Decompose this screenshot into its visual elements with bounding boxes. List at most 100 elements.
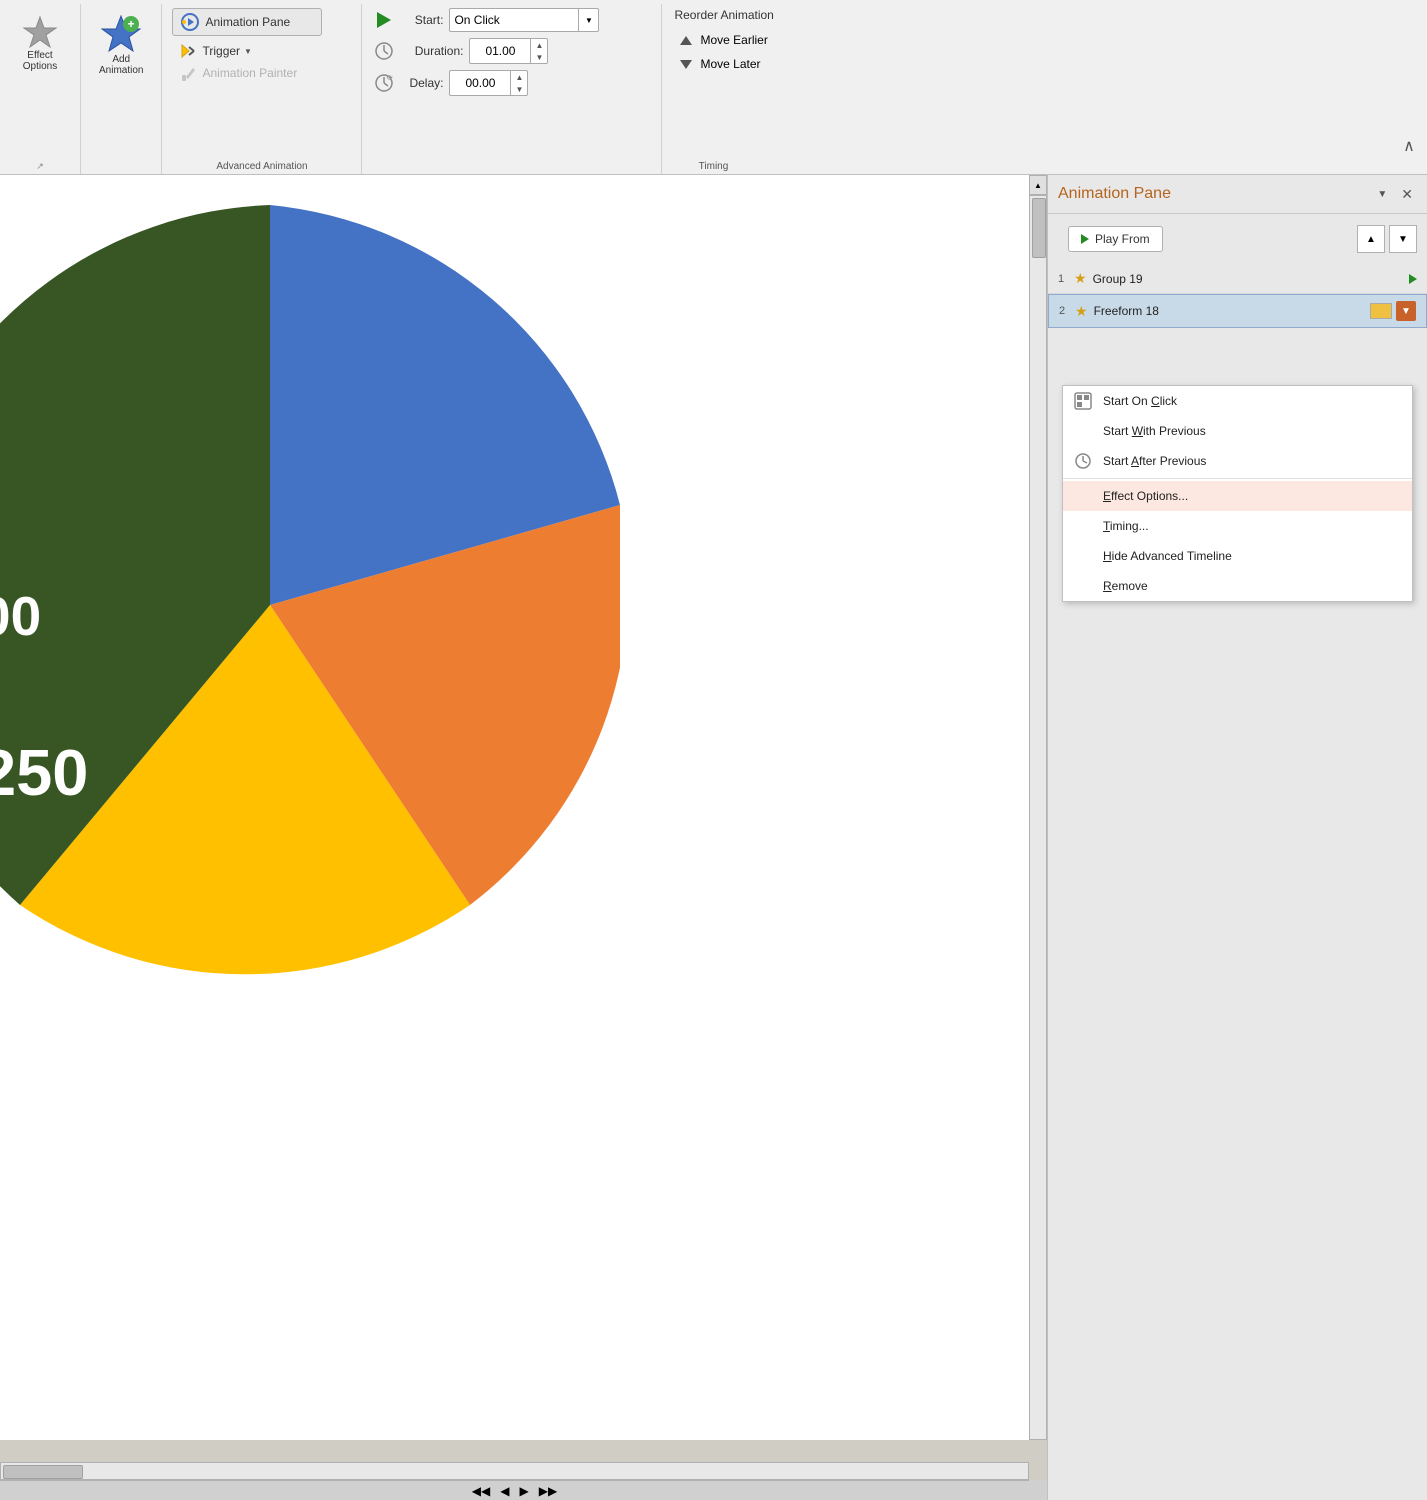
move-later-label: Move Later [700,57,760,71]
scroll-next-icon[interactable]: ▶ [516,1484,533,1498]
horizontal-scrollbar[interactable] [0,1462,1029,1480]
reorder-title: Reorder Animation [674,8,870,22]
anim-item-play-icon [1409,274,1417,284]
anim-item-number-2: 2 [1059,305,1075,317]
anim-reorder-up-button[interactable]: ▲ [1357,225,1385,253]
animation-item-dropdown-menu: Start On Click Start With Previous [1062,385,1413,602]
scroll-corner [1029,1480,1047,1500]
anim-reorder-down-button[interactable]: ▼ [1389,225,1417,253]
animation-pane-header: Animation Pane ▼ ✕ [1048,175,1427,214]
anim-item-name: Group 19 [1093,272,1409,286]
play-from-button[interactable]: Play From [1068,226,1163,252]
scroll-prev-icon[interactable]: ◀ [496,1484,513,1498]
dropdown-effect-options[interactable]: Effect Options... [1063,481,1412,511]
animation-list: 1 ★ Group 19 2 ★ Freeform 18 ▼ [1048,264,1427,1500]
scrollbar-thumb-v[interactable] [1032,198,1046,258]
trigger-dropdown-icon: ▼ [244,47,252,56]
start-select-arrow[interactable]: ▼ [578,9,598,31]
timing-start-row: Start: On Click With Previous After Prev… [374,8,649,32]
animation-painter-button[interactable]: Animation Painter [172,62,312,84]
effect-options-icon [22,14,58,50]
add-animation-label: AddAnimation [99,54,143,76]
dropdown-hide-timeline[interactable]: Hide Advanced Timeline [1063,541,1412,571]
effect-options-label: Effect Options [23,50,57,72]
trigger-btn-label: Trigger [202,44,240,58]
play-from-label: Play From [1095,232,1150,246]
dropdown-remove[interactable]: Remove [1063,571,1412,601]
pie-chart-svg: 00 250 00 [0,175,620,1255]
delay-input-wrap: ▲ ▼ [449,70,528,96]
delay-spin-up[interactable]: ▲ [511,71,527,83]
trigger-button[interactable]: Trigger ▼ [172,40,312,62]
dropdown-remove-label: Remove [1103,579,1148,593]
delay-icon: ⟳ [374,73,394,93]
duration-spin-up[interactable]: ▲ [531,39,547,51]
anim-item-star-icon: ★ [1074,270,1087,287]
svg-text:250: 250 [0,736,88,809]
ribbon-collapse-button[interactable]: ∧ [1399,136,1419,156]
anim-item-star-icon-2: ★ [1075,303,1088,320]
duration-input[interactable] [470,42,530,60]
pie-chart-container: 00 250 00 [0,175,620,1255]
animation-list-item[interactable]: 1 ★ Group 19 [1048,264,1427,294]
dropdown-timing-label: Timing... [1103,519,1149,533]
duration-label: Duration: [394,44,469,58]
delay-spin-down[interactable]: ▼ [511,83,527,95]
dropdown-start-after-previous[interactable]: Start After Previous [1063,446,1412,476]
timing-section-label: Timing [699,161,729,172]
move-earlier-button[interactable]: Move Earlier [674,30,870,50]
add-animation-button[interactable]: + AddAnimation [91,8,151,82]
move-earlier-arrow-icon [680,36,692,45]
animation-pane-icon [181,13,199,31]
dropdown-start-after-previous-label: Start After Previous [1103,454,1206,468]
scroll-right-icon[interactable]: ▶▶ [535,1484,561,1498]
start-select[interactable]: On Click With Previous After Previous [450,11,578,29]
scroll-top-button[interactable]: ▲ [1029,175,1047,195]
anim-pane-dropdown-button[interactable]: ▼ [1371,183,1393,205]
anim-item-color-swatch [1370,303,1392,319]
animation-list-item-selected[interactable]: 2 ★ Freeform 18 ▼ [1048,294,1427,328]
ribbon-effect-options-section: Effect Options ↗ [0,4,81,174]
anim-item-name-2: Freeform 18 [1094,304,1364,318]
animation-pane: Animation Pane ▼ ✕ Play From ▲ ▼ 1 ★ Gr [1047,175,1427,1500]
animation-pane-close-button[interactable]: ✕ [1397,186,1417,203]
dropdown-divider-1 [1063,478,1412,479]
dropdown-start-on-click[interactable]: Start On Click [1063,386,1412,416]
delay-label: Delay: [394,76,449,90]
animation-pane-controls: ▼ ✕ [1371,183,1417,205]
add-animation-icon: + [101,14,141,54]
delay-input[interactable] [450,74,510,92]
scroll-bottom-controls: ◀◀ ◀ ▶ ▶▶ [0,1480,1029,1500]
delay-spin: ▲ ▼ [510,71,527,95]
dropdown-timing[interactable]: Timing... [1063,511,1412,541]
scroll-left-icon[interactable]: ◀◀ [468,1484,494,1498]
animation-painter-label: Animation Painter [202,66,297,80]
click-icon [1074,392,1092,410]
duration-icon [374,41,394,61]
animation-reorder-buttons: ▲ ▼ [1357,225,1417,253]
timing-duration-row: Duration: ▲ ▼ [374,38,649,64]
slide-panel: ▲ 00 250 00 [0,175,1047,1500]
scrollbar-thumb-h[interactable] [3,1465,83,1479]
trigger-icon [180,43,196,59]
animation-pane-title: Animation Pane [1058,185,1371,203]
anim-item-dropdown-button[interactable]: ▼ [1396,301,1416,321]
dropdown-start-on-click-label: Start On Click [1103,394,1177,408]
ribbon-reorder-section: Reorder Animation Move Earlier Move Late… [662,4,882,174]
dropdown-start-with-previous[interactable]: Start With Previous [1063,416,1412,446]
vertical-scrollbar[interactable] [1029,195,1047,1440]
duration-spin-down[interactable]: ▼ [531,51,547,63]
effect-options-button[interactable]: Effect Options [10,8,70,78]
ribbon-add-animation-section: + AddAnimation [81,4,162,174]
svg-text:+: + [128,17,135,31]
scroll-nav-arrows: ◀◀ ◀ ▶ ▶▶ [468,1484,561,1498]
move-earlier-label: Move Earlier [700,33,767,47]
move-later-arrow-icon [680,60,692,69]
start-after-previous-icon [1073,451,1093,471]
svg-text:00: 00 [0,585,41,647]
move-later-button[interactable]: Move Later [674,54,870,74]
animation-pane-button[interactable]: Animation Pane [172,8,322,36]
clock-icon [1075,453,1091,469]
ribbon-timing-section: Start: On Click With Previous After Prev… [362,4,662,174]
anim-item-number: 1 [1058,273,1074,285]
